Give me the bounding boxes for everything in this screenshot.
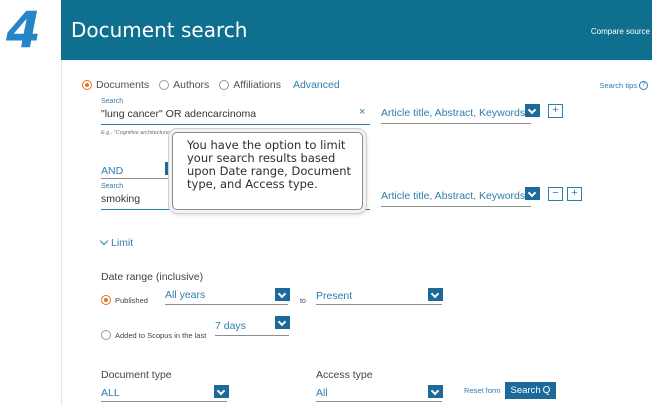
chevron-down-icon[interactable] — [428, 288, 443, 301]
tooltip-callout: You have the option to limit your search… — [172, 132, 363, 210]
limit-label: Limit — [111, 237, 134, 249]
added-period-underline — [215, 335, 289, 336]
published-to-underline — [316, 304, 442, 305]
search-icon: Q — [542, 385, 551, 396]
field1-scope-select[interactable]: Article title, Abstract, Keywords — [381, 107, 525, 119]
operator-underline — [101, 178, 181, 179]
limit-toggle[interactable]: Limit — [99, 236, 134, 249]
access-type-select[interactable]: All — [316, 387, 328, 399]
to-label: to — [300, 298, 306, 305]
step-number: 4 — [6, 1, 41, 59]
add-field-button[interactable]: + — [548, 104, 563, 118]
access-type-underline — [316, 401, 442, 402]
field2-label: Search — [101, 183, 124, 190]
added-period-select[interactable]: 7 days — [215, 320, 246, 332]
advanced-link[interactable]: Advanced — [293, 79, 340, 91]
remove-field-button[interactable]: − — [548, 187, 563, 201]
chevron-down-icon[interactable] — [525, 187, 540, 200]
chevron-down-icon[interactable] — [525, 104, 540, 117]
added-label: Added to Scopus in the last — [115, 330, 207, 340]
search-tips-label: Search tips — [599, 81, 637, 90]
clear-icon[interactable]: × — [359, 106, 365, 118]
field1-scope-underline — [381, 123, 531, 124]
published-to-select[interactable]: Present — [316, 290, 352, 302]
reset-form-link[interactable]: Reset form — [464, 386, 501, 395]
help-icon: ? — [639, 81, 648, 90]
page: 4 Document search Compare source Documen… — [0, 0, 652, 406]
field2-scope-select[interactable]: Article title, Abstract, Keywords — [381, 190, 525, 202]
chevron-down-icon[interactable] — [428, 385, 443, 398]
radio-authors-label: Authors — [173, 79, 210, 91]
document-type-underline — [101, 401, 227, 402]
chevron-down-icon[interactable] — [214, 385, 229, 398]
search-type-radios: Documents Authors Affiliations Advanced — [82, 79, 340, 91]
radio-affiliations[interactable]: Affiliations — [219, 79, 281, 91]
published-option[interactable]: Published — [101, 295, 148, 305]
radio-documents-dot[interactable] — [82, 80, 92, 90]
radio-affiliations-dot[interactable] — [219, 80, 230, 90]
field2-input[interactable]: smoking — [101, 193, 140, 205]
search-panel: Documents Authors Affiliations Advanced … — [61, 60, 652, 406]
field1-underline — [101, 124, 370, 125]
add-field-button[interactable]: + — [567, 187, 582, 201]
added-radio[interactable] — [101, 330, 111, 340]
access-type-label: Access type — [316, 369, 373, 381]
page-title: Document search — [71, 18, 248, 42]
search-button-label: Search — [510, 385, 541, 396]
published-label: Published — [115, 295, 148, 305]
search-button[interactable]: Search Q — [505, 382, 556, 399]
added-option[interactable]: Added to Scopus in the last — [101, 330, 206, 340]
chevron-down-icon[interactable] — [275, 288, 290, 301]
radio-documents-label: Documents — [96, 79, 150, 91]
radio-affiliations-label: Affiliations — [233, 79, 281, 91]
date-range-heading: Date range (inclusive) — [101, 271, 204, 283]
published-from-select[interactable]: All years — [165, 289, 205, 301]
field2-scope-underline — [381, 206, 531, 207]
radio-documents[interactable]: Documents — [82, 79, 149, 91]
published-from-underline — [165, 304, 288, 305]
compare-sources-link[interactable]: Compare source — [591, 27, 650, 36]
published-radio[interactable] — [101, 295, 111, 305]
chevron-down-icon — [99, 236, 109, 246]
header-bar: Document search Compare source — [61, 0, 652, 60]
radio-authors[interactable]: Authors — [159, 79, 209, 91]
search-tips-link[interactable]: Search tips ? — [599, 81, 648, 90]
field1-input[interactable]: "lung cancer" OR adencarcinoma — [101, 108, 256, 120]
chevron-down-icon[interactable] — [275, 316, 290, 329]
operator-select[interactable]: AND — [101, 165, 123, 177]
document-type-select[interactable]: ALL — [101, 387, 120, 399]
document-type-label: Document type — [101, 369, 172, 381]
radio-authors-dot[interactable] — [159, 80, 170, 90]
field1-label: Search — [101, 98, 124, 105]
